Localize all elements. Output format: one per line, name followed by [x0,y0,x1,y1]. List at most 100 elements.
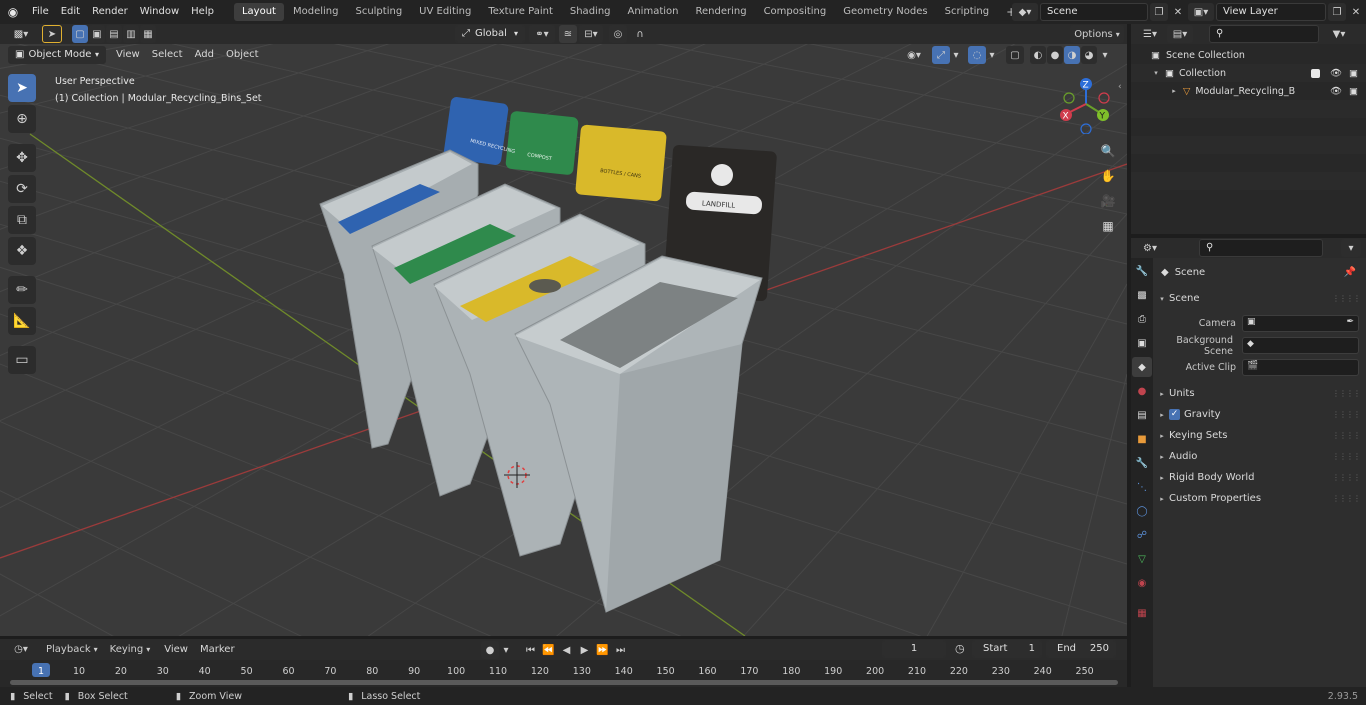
output-tab-icon[interactable]: ⎙ [1132,309,1152,329]
view-layer-field[interactable]: View Layer [1216,3,1326,21]
cursor-tool-icon[interactable]: ⊕ [8,105,36,133]
particles-tab-icon[interactable]: ⋱ [1132,477,1152,497]
timeline-scrollbar[interactable] [10,680,1118,685]
overlay-menu-icon[interactable]: ▾ [986,46,998,64]
timeline-editor-type-icon[interactable]: ◷▾ [8,641,34,659]
selection-mode-invert-icon[interactable]: ▥ [123,25,139,43]
timeline-menu-keying[interactable]: Keying ▾ [106,641,155,659]
object-mode-select[interactable]: ▣ Object Mode ▾ [8,46,106,64]
drag-handle-icon[interactable]: ⋮⋮⋮⋮ [1332,431,1361,440]
timeline-body[interactable]: 1 10 20 30 40 50 60 70 80 90 100 110 120 130 140 150 160… [0,660,1127,687]
gravity-panel-header[interactable]: ▸ ✓ Gravity ⋮⋮⋮⋮ [1153,404,1366,425]
prev-keyframe-icon[interactable]: ⏪ [540,641,557,659]
editor-type-icon[interactable]: ▩▾ [8,25,34,43]
properties-search-input[interactable]: ⚲ [1199,239,1323,257]
blender-logo-icon[interactable]: ◉ [0,5,26,19]
measure-tool-icon[interactable]: 📐 [8,307,36,335]
timeline-menu-view[interactable]: View [158,641,194,659]
outliner-search-input[interactable]: ⚲ [1209,25,1319,43]
timeline-menu-playback[interactable]: Playback ▾ [42,641,102,659]
tab-sculpting[interactable]: Sculpting [347,3,410,21]
jump-end-icon[interactable]: ⏭ [612,641,629,659]
tab-uv-editing[interactable]: UV Editing [411,3,479,21]
move-tool-icon[interactable]: ✥ [8,144,36,172]
transform-tool-icon[interactable]: ❖ [8,237,36,265]
sidebar-toggle-icon[interactable]: ‹ [1118,82,1122,92]
properties-options-icon[interactable]: ▾ [1341,239,1361,257]
background-scene-field[interactable]: ◆ [1242,337,1359,354]
menu-help[interactable]: Help [185,0,220,24]
outliner-filter-icon[interactable]: ▼▾ [1325,25,1353,43]
camera-view-icon[interactable]: 🎥 [1097,190,1119,212]
audio-panel-header[interactable]: ▸ Audio ⋮⋮⋮⋮ [1153,446,1366,467]
outliner-editor-type-icon[interactable]: ☰▾ [1137,25,1163,43]
active-clip-field[interactable]: 🎬 [1242,359,1359,376]
add-cube-tool-icon[interactable]: ▭ [8,346,36,374]
3d-viewport[interactable]: MIXED RECYCLING COMPOST BOTTLES / CANS L… [0,44,1127,636]
options-dropdown[interactable]: Options ▾ [1070,25,1124,43]
viewport-menu-select[interactable]: Select [146,46,189,64]
menu-edit[interactable]: Edit [55,0,86,24]
drag-handle-icon[interactable]: ⋮⋮⋮⋮ [1332,494,1361,503]
outliner-row-object[interactable]: ▸ ▽ Modular_Recycling_Bins_ 👁 ▣ [1131,82,1366,100]
outliner-row-scene-collection[interactable]: ▣ Scene Collection [1131,46,1366,64]
new-view-layer-icon[interactable]: ❐ [1328,3,1346,21]
end-frame-field[interactable]: End 250 [1046,640,1116,658]
selection-mode-new-icon[interactable]: ▢ [72,25,88,43]
shading-material-icon[interactable]: ◑ [1064,46,1080,64]
visibility-icon[interactable]: ◉▾ [900,46,928,64]
viewport-menu-object[interactable]: Object [220,46,265,64]
selection-mode-subtract-icon[interactable]: ▤ [106,25,122,43]
outliner-display-mode-icon[interactable]: ▤▾ [1167,25,1193,43]
menu-window[interactable]: Window [134,0,185,24]
material-tab-icon[interactable]: ◉ [1132,573,1152,593]
rigid-body-world-panel-header[interactable]: ▸ Rigid Body World ⋮⋮⋮⋮ [1153,467,1366,488]
tab-scripting[interactable]: Scripting [937,3,997,21]
data-tab-icon[interactable]: ▽ [1132,549,1152,569]
new-scene-icon[interactable]: ❐ [1150,3,1168,21]
record-icon[interactable]: ● [481,641,499,659]
close-view-layer-icon[interactable]: ✕ [1348,3,1364,21]
gravity-checkbox[interactable]: ✓ [1169,409,1180,420]
collection-tab-icon[interactable]: ▤ [1132,405,1152,425]
units-panel-header[interactable]: ▸ Units ⋮⋮⋮⋮ [1153,383,1366,404]
tab-layout[interactable]: Layout [233,3,284,21]
view-layer-tab-icon[interactable]: ▣ [1132,333,1152,353]
viewport-menu-view[interactable]: View [110,46,146,64]
eye-icon[interactable]: 👁 [1330,86,1342,97]
annotate-tool-icon[interactable]: ✏ [8,276,36,304]
physics-tab-icon[interactable]: ◯ [1132,501,1152,521]
drag-handle-icon[interactable]: ⋮⋮⋮⋮ [1332,294,1361,303]
frame-ruler[interactable]: 1 10 20 30 40 50 60 70 80 90 100 110 120 130 140 150 160… [0,660,1127,678]
next-keyframe-icon[interactable]: ⏩ [594,641,611,659]
navigation-gizmo[interactable]: Z Y X [1056,74,1116,134]
clock-icon[interactable]: ◷ [955,642,965,655]
drag-handle-icon[interactable]: ⋮⋮⋮⋮ [1332,452,1361,461]
camera-icon[interactable]: ▣ [1349,68,1358,79]
tab-texture-paint[interactable]: Texture Paint [480,3,561,21]
close-scene-icon[interactable]: ✕ [1170,3,1186,21]
object-tab-icon[interactable]: ■ [1132,429,1152,449]
drag-handle-icon[interactable]: ⋮⋮⋮⋮ [1332,389,1361,398]
select-box-icon[interactable]: ➤ [8,74,36,102]
transform-orientation-select[interactable]: ⤢ Global ▾ [455,25,525,43]
scene-tab-icon[interactable]: ◆ [1132,357,1152,377]
shading-menu-icon[interactable]: ▾ [1099,46,1111,64]
keying-sets-panel-header[interactable]: ▸ Keying Sets ⋮⋮⋮⋮ [1153,425,1366,446]
snap-toggle-icon[interactable]: ≊ [559,25,577,43]
snap-target-icon[interactable]: ⊟▾ [579,25,603,43]
overlay-toggle-icon[interactable]: ◌ [968,46,986,64]
world-tab-icon[interactable]: ● [1132,381,1152,401]
scene-name-field[interactable]: Scene [1040,3,1148,21]
proportional-falloff-icon[interactable]: ∩ [629,25,651,43]
modifier-tab-icon[interactable]: 🔧 [1132,453,1152,473]
expand-icon[interactable]: ▸ [1167,87,1181,95]
custom-properties-panel-header[interactable]: ▸ Custom Properties ⋮⋮⋮⋮ [1153,488,1366,509]
tab-compositing[interactable]: Compositing [756,3,835,21]
jump-start-icon[interactable]: ⏮ [522,641,539,659]
checkbox-icon[interactable] [1311,68,1320,78]
viewport-menu-add[interactable]: Add [189,46,220,64]
selection-mode-intersect-icon[interactable]: ▦ [140,25,156,43]
drag-handle-icon[interactable]: ⋮⋮⋮⋮ [1332,410,1361,419]
view-layer-browse-icon[interactable]: ▣▾ [1188,3,1214,21]
